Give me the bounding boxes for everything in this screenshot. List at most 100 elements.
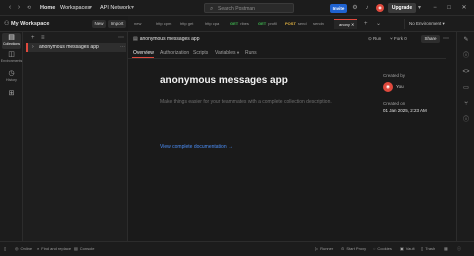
proxy-icon: ⊙ xyxy=(341,246,345,251)
description-placeholder[interactable]: Make things easier for your teammates wi… xyxy=(160,99,332,106)
filter-icon[interactable]: ≡ xyxy=(41,34,45,42)
runner-icon: ▷ xyxy=(315,246,319,251)
fork-button[interactable]: ⑂ Fork 0 xyxy=(390,35,407,43)
run-button[interactable]: ⊙ Run xyxy=(368,35,381,43)
layout-toggle[interactable]: ▯ xyxy=(4,245,8,253)
tab-bar: new http cpm http get http cpa GET ribes … xyxy=(128,16,474,32)
edit-icon[interactable]: ✎ xyxy=(461,36,471,44)
tab-item[interactable]: sendn xyxy=(311,19,324,29)
rail-item-collections[interactable]: ▤ Collections xyxy=(0,34,23,47)
new-button[interactable]: New xyxy=(92,20,106,28)
online-icon: ◎ xyxy=(15,246,19,251)
more-icon[interactable]: ⋯ xyxy=(118,34,124,42)
search-bar[interactable]: ⌕ xyxy=(204,3,294,13)
tab-item[interactable]: POST send xyxy=(285,19,307,29)
tab-item[interactable]: http cpm xyxy=(154,19,171,29)
tab-authorization[interactable]: Authorization xyxy=(160,49,189,57)
home-link[interactable]: Home xyxy=(40,4,55,12)
user-icon: ⚇ xyxy=(4,21,10,27)
tab-item[interactable]: GET profil xyxy=(258,19,277,29)
left-rail: ▤ Collections ◫ Environments ◷ History ⊞ xyxy=(0,32,23,241)
rail-item-more[interactable]: ⊞ xyxy=(0,90,23,98)
avatar: ◉ xyxy=(383,82,393,92)
breadcrumb: ▤ anonymous messages app xyxy=(133,36,200,42)
workspace-header: ⚇ My Workspace New Import xyxy=(0,16,128,32)
avatar[interactable]: ◉ xyxy=(376,4,384,12)
environments-icon: ◫ xyxy=(8,51,15,58)
close-icon[interactable]: ✕ xyxy=(459,4,469,12)
console-icon: ▤ xyxy=(74,246,78,251)
maximize-icon[interactable]: □ xyxy=(444,4,454,12)
bell-icon[interactable]: ♪ xyxy=(363,4,371,12)
code-icon[interactable]: <> xyxy=(461,68,471,76)
documentation-link[interactable]: View complete documentation → xyxy=(160,144,233,151)
invite-button[interactable]: Invite xyxy=(330,4,347,13)
collection-icon: ▤ xyxy=(133,36,138,42)
pull-request-icon[interactable]: ⑂ xyxy=(461,100,471,108)
start-proxy[interactable]: ⊙ Start Proxy xyxy=(341,245,366,253)
tab-overview[interactable]: Overview xyxy=(133,49,154,57)
runner[interactable]: ▷ Runner xyxy=(315,245,333,253)
find-icon: ⌕ xyxy=(37,246,40,251)
right-rail: ✎ ⓘ <> ▭ ⑂ ⓘ xyxy=(456,32,474,241)
trash[interactable]: ▯ Trash xyxy=(421,245,435,253)
share-button[interactable]: Share xyxy=(421,35,440,43)
workspaces-menu[interactable]: Workspaces xyxy=(60,4,90,12)
comments-icon[interactable]: ▭ xyxy=(461,84,471,92)
collection-subtabs: Overview Authorization Scripts Variables… xyxy=(128,47,446,59)
more-icon[interactable]: ⋯ xyxy=(443,35,449,43)
created-by-label: Created by xyxy=(383,73,406,78)
tab-item[interactable]: http cpa xyxy=(203,19,219,29)
tab-variables[interactable]: Variables● xyxy=(215,49,240,57)
help-icon[interactable]: ⓘ xyxy=(461,116,471,124)
cookies[interactable]: ◌ Cookies xyxy=(373,245,392,253)
sidebar: + ≡ ⋯ › anonymous messages app ⋯ xyxy=(23,32,128,241)
chevron-right-icon[interactable]: › xyxy=(32,43,34,52)
grid-icon: ⊞ xyxy=(8,90,15,97)
created-by-user: You xyxy=(396,84,404,89)
upgrade-button[interactable]: Upgrade xyxy=(388,3,416,13)
page-title[interactable]: anonymous messages app xyxy=(160,75,288,87)
add-icon[interactable]: + xyxy=(31,34,35,42)
status-bar: ▯ ◎ Online ⌕ Find and replace ▤ Console ▷ Ru… xyxy=(0,241,474,256)
vault[interactable]: ▣ Vault xyxy=(400,245,415,253)
cookie-icon: ◌ xyxy=(373,246,376,251)
back-icon[interactable]: ‹ xyxy=(6,4,14,12)
collection-more-icon[interactable]: ⋯ xyxy=(120,43,125,52)
history-icon: ◷ xyxy=(8,70,15,77)
collection-name: anonymous messages app xyxy=(39,44,99,50)
online-status[interactable]: ◎ Online xyxy=(15,245,32,253)
settings-icon[interactable]: ⚙ xyxy=(351,4,359,12)
import-button[interactable]: Import xyxy=(108,20,126,28)
tab-item[interactable]: GET ribes xyxy=(230,19,249,29)
workspace-name[interactable]: My Workspace xyxy=(11,20,49,28)
tab-item[interactable]: http get xyxy=(178,19,193,29)
environment-selector[interactable]: No Environment ▾ xyxy=(404,19,458,29)
collections-icon: ▤ xyxy=(8,34,15,41)
tab-runs[interactable]: Runs xyxy=(245,49,257,57)
help-icon[interactable]: ⓘ xyxy=(457,245,461,253)
rail-item-history[interactable]: ◷ History xyxy=(0,70,23,83)
find-replace[interactable]: ⌕ Find and replace xyxy=(37,245,71,253)
api-network-chevron-icon[interactable]: ▾ xyxy=(131,4,134,12)
tab-scripts[interactable]: Scripts xyxy=(193,49,208,57)
minimize-icon[interactable]: − xyxy=(430,4,440,12)
created-on-value: 01 Jan 2025, 2:23 AM xyxy=(383,108,427,113)
search-input[interactable] xyxy=(218,5,288,12)
tab-overflow-icon[interactable]: ⌄ xyxy=(376,19,381,29)
forward-icon[interactable]: › xyxy=(15,4,23,12)
tab-item-active[interactable]: anony ✕ xyxy=(334,19,358,29)
collection-item[interactable]: › anonymous messages app ⋯ xyxy=(26,43,126,52)
sidebar-toggle-icon: ▯ xyxy=(4,246,7,251)
new-tab-icon[interactable]: + xyxy=(364,19,368,29)
history-nav-icon[interactable]: ⟲ xyxy=(25,4,33,12)
console[interactable]: ▤ Console xyxy=(74,245,94,253)
upgrade-chevron-icon[interactable]: ▾ xyxy=(418,4,421,12)
workspaces-chevron-icon[interactable]: ▾ xyxy=(89,4,92,12)
tab-item[interactable]: new xyxy=(132,19,141,29)
api-network-link[interactable]: API Network xyxy=(100,4,131,12)
info-icon[interactable]: ⓘ xyxy=(461,52,471,60)
rail-item-environments[interactable]: ◫ Environments xyxy=(0,51,23,64)
layout-icon[interactable]: ▦ xyxy=(444,245,448,253)
main-content: ▤ anonymous messages app ⊙ Run ⑂ Fork 0 S… xyxy=(128,32,449,241)
